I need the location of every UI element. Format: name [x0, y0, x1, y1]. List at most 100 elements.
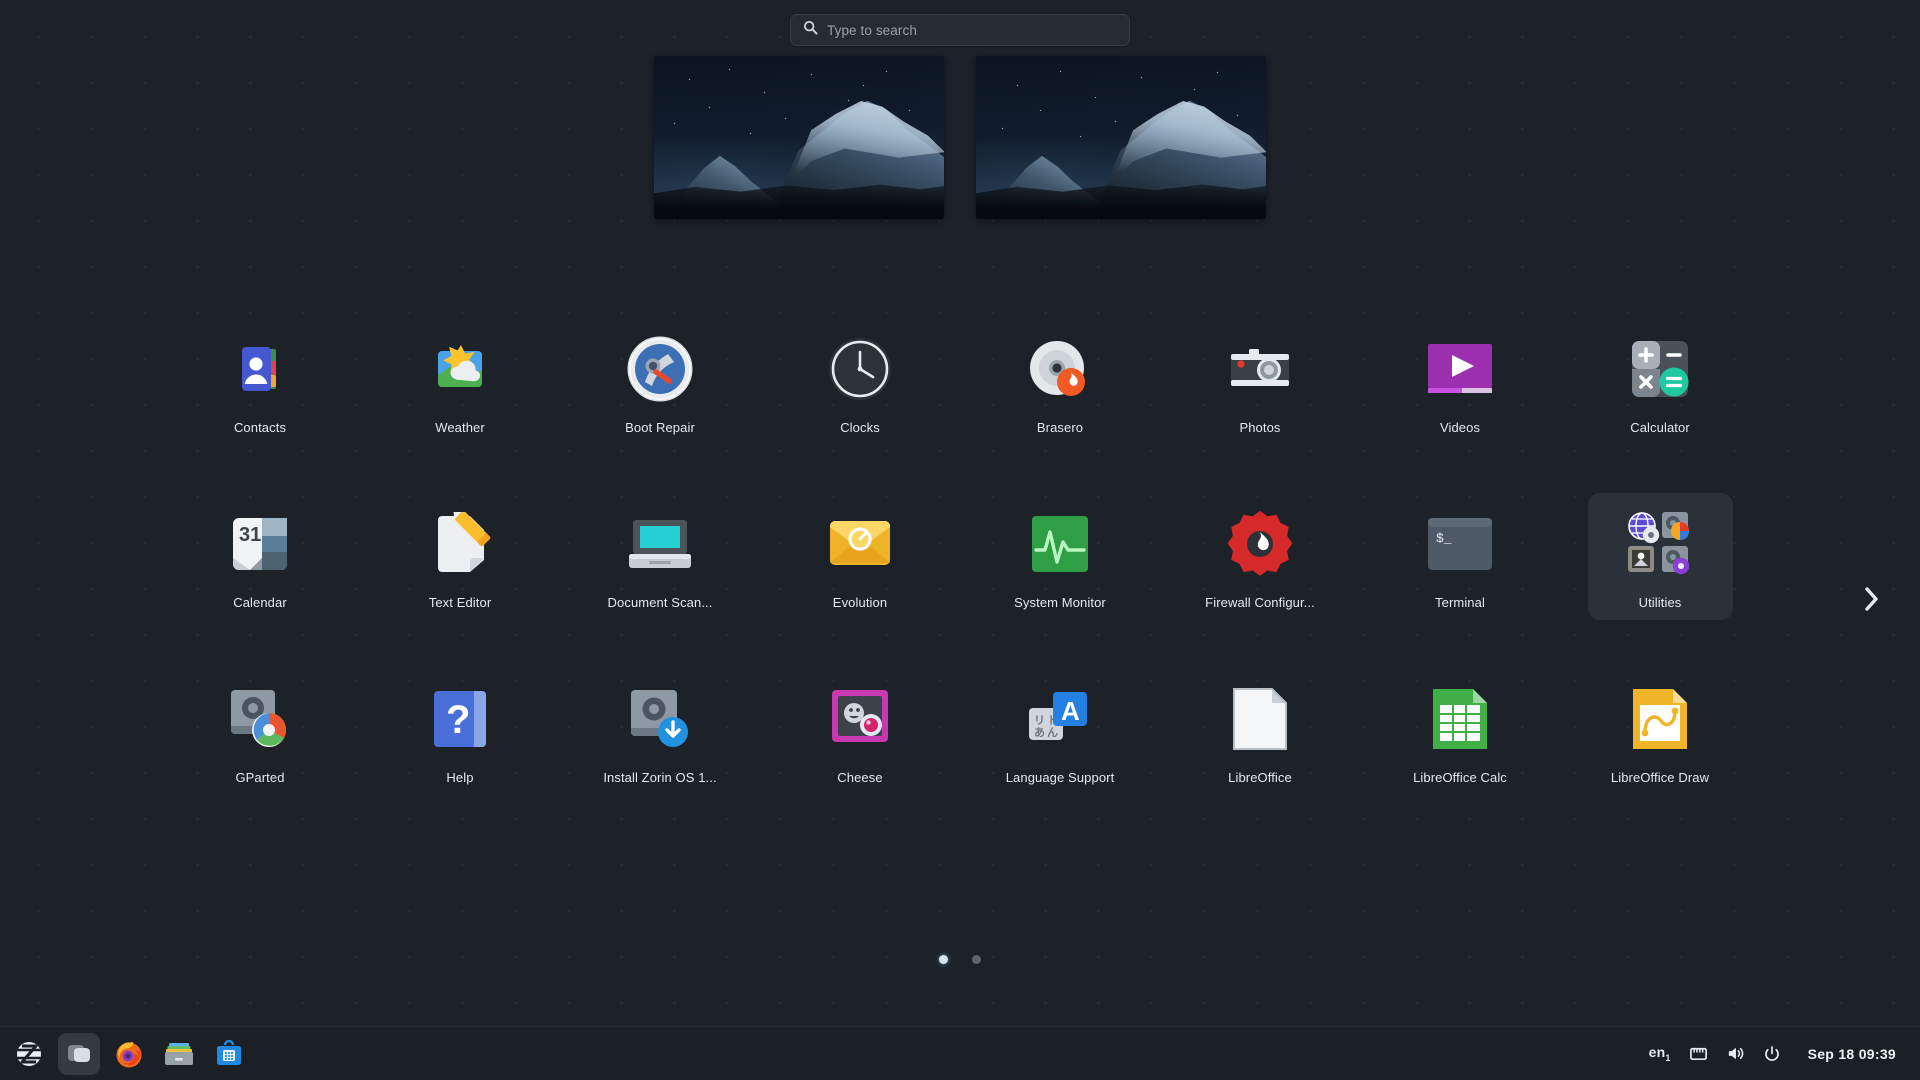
app-gparted[interactable]: GParted — [188, 668, 333, 795]
app-label: Calendar — [233, 595, 287, 610]
clocks-icon — [823, 332, 897, 406]
app-document-scanner[interactable]: Document Scan... — [588, 493, 733, 620]
app-grid-icon — [66, 1040, 93, 1067]
app-system-monitor[interactable]: System Monitor — [988, 493, 1133, 620]
page-dot-1[interactable] — [939, 955, 948, 964]
app-boot-repair[interactable]: Boot Repair — [588, 318, 733, 445]
svg-text:あ: あ — [1034, 726, 1045, 739]
app-text-editor[interactable]: Text Editor — [388, 493, 533, 620]
app-label: Terminal — [1435, 595, 1485, 610]
app-label: System Monitor — [1014, 595, 1106, 610]
app-libreoffice-draw[interactable]: LibreOffice Draw — [1588, 668, 1733, 795]
network-icon — [1689, 1044, 1708, 1063]
app-clocks[interactable]: Clocks — [788, 318, 933, 445]
document-scanner-icon — [623, 507, 697, 581]
page-dot-2[interactable] — [972, 955, 981, 964]
contacts-icon — [223, 332, 297, 406]
power-icon — [1763, 1045, 1781, 1063]
calculator-icon — [1623, 332, 1697, 406]
keyboard-layout-label: en1 — [1649, 1044, 1671, 1063]
clock[interactable]: Sep 18 09:39 — [1790, 1046, 1906, 1062]
app-libreoffice-calc[interactable]: LibreOffice Calc — [1388, 668, 1533, 795]
workspace-thumbnail-2[interactable] — [976, 56, 1266, 219]
network-button[interactable] — [1680, 1033, 1717, 1075]
app-firewall-config[interactable]: Firewall Configur... — [1188, 493, 1333, 620]
taskbar: en1 — [0, 1026, 1920, 1080]
app-label: Firewall Configur... — [1205, 595, 1315, 610]
libreoffice-draw-icon — [1623, 682, 1697, 756]
app-label: Cheese — [837, 770, 882, 785]
svg-text:?: ? — [446, 698, 470, 742]
app-label: Weather — [435, 420, 485, 435]
volume-icon — [1726, 1044, 1745, 1063]
app-label: Boot Repair — [625, 420, 695, 435]
zorin-logo-icon — [16, 1041, 42, 1067]
app-label: Language Support — [1006, 770, 1115, 785]
photos-icon — [1223, 332, 1297, 406]
app-label: LibreOffice Calc — [1413, 770, 1507, 785]
app-install-zorin[interactable]: Install Zorin OS 1... — [588, 668, 733, 795]
app-help[interactable]: ? Help — [388, 668, 533, 795]
gparted-icon — [223, 682, 297, 756]
app-label: Brasero — [1037, 420, 1083, 435]
app-label: Install Zorin OS 1... — [603, 770, 716, 785]
videos-icon — [1423, 332, 1497, 406]
workspace-thumbnail-1[interactable] — [654, 56, 944, 219]
chevron-right-icon — [1861, 584, 1881, 614]
app-brasero[interactable]: Brasero — [988, 318, 1133, 445]
calendar-icon: 31 — [223, 507, 297, 581]
volume-button[interactable] — [1717, 1033, 1754, 1075]
app-label: Clocks — [840, 420, 880, 435]
taskbar-left-group — [0, 1033, 250, 1075]
app-videos[interactable]: Videos — [1388, 318, 1533, 445]
terminal-icon: $_ — [1423, 507, 1497, 581]
taskbar-tray: en1 — [1640, 1033, 1920, 1075]
app-cheese[interactable]: Cheese — [788, 668, 933, 795]
search-box[interactable] — [790, 14, 1130, 46]
app-label: Document Scan... — [608, 595, 713, 610]
app-folder-utilities[interactable]: Utilities — [1588, 493, 1733, 620]
app-grid-button[interactable] — [58, 1033, 100, 1075]
text-editor-icon — [423, 507, 497, 581]
app-weather[interactable]: Weather — [388, 318, 533, 445]
app-contacts[interactable]: Contacts — [188, 318, 333, 445]
app-label: Text Editor — [429, 595, 492, 610]
files-button[interactable] — [158, 1033, 200, 1075]
firewall-config-icon — [1223, 507, 1297, 581]
software-store-button[interactable] — [208, 1033, 250, 1075]
desktop-overview: Contacts Weather — [0, 0, 1920, 1080]
app-calendar[interactable]: 31 Calendar — [188, 493, 333, 620]
app-label: LibreOffice Draw — [1611, 770, 1709, 785]
power-button[interactable] — [1754, 1033, 1790, 1075]
page-indicator — [0, 955, 1920, 964]
app-libreoffice[interactable]: LibreOffice — [1188, 668, 1333, 795]
svg-text:ん: ん — [1047, 726, 1058, 739]
libreoffice-calc-icon — [1423, 682, 1497, 756]
app-grid: Contacts Weather — [160, 318, 1760, 795]
weather-icon — [423, 332, 497, 406]
libreoffice-icon — [1223, 682, 1297, 756]
zorin-menu-button[interactable] — [8, 1033, 50, 1075]
search-bar-container — [0, 14, 1920, 46]
app-language-support[interactable]: リト あん A Language Support — [988, 668, 1133, 795]
app-label: Calculator — [1630, 420, 1690, 435]
install-zorin-icon — [623, 682, 697, 756]
firefox-icon — [114, 1039, 144, 1069]
app-evolution[interactable]: Evolution — [788, 493, 933, 620]
search-input[interactable] — [827, 23, 1117, 38]
files-icon — [164, 1041, 194, 1067]
software-store-icon — [215, 1040, 243, 1068]
app-label: Contacts — [234, 420, 286, 435]
app-terminal[interactable]: $_ Terminal — [1388, 493, 1533, 620]
app-label: LibreOffice — [1228, 770, 1292, 785]
cheese-icon — [823, 682, 897, 756]
firefox-button[interactable] — [108, 1033, 150, 1075]
app-calculator[interactable]: Calculator — [1588, 318, 1733, 445]
keyboard-layout-button[interactable]: en1 — [1640, 1033, 1680, 1075]
language-support-icon: リト あん A — [1023, 682, 1097, 756]
next-page-button[interactable] — [1850, 578, 1892, 620]
svg-text:A: A — [1061, 696, 1080, 726]
search-icon — [803, 20, 818, 40]
app-photos[interactable]: Photos — [1188, 318, 1333, 445]
app-label: Help — [446, 770, 473, 785]
